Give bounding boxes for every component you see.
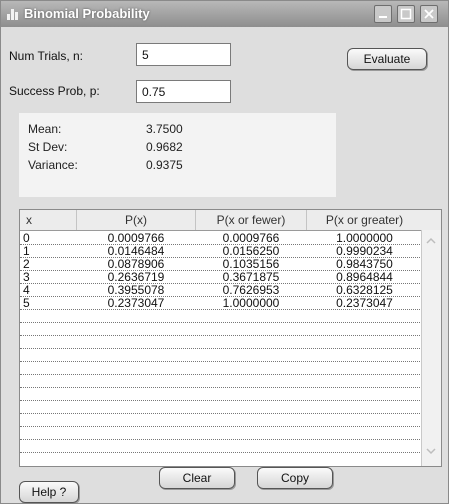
stdev-label: St Dev: [28,140,68,154]
cell-p-or-greater: 0.9990234 [336,244,393,258]
table-header: x P(x) P(x or fewer) P(x or greater) [20,210,441,231]
scroll-up-icon[interactable] [426,237,436,244]
empty-table-row [20,349,420,362]
binomial-probability-window: Binomial Probability Num Trials, n: Succ… [0,0,449,504]
cell-x: 2 [23,257,30,271]
maximize-button[interactable] [397,5,415,23]
cell-p-or-greater: 0.2373047 [336,296,393,310]
table-row[interactable]: 5 0.2373047 1.0000000 0.2373047 [20,296,420,310]
success-prob-label: Success Prob, p: [9,84,100,98]
empty-table-row [20,414,420,427]
close-button[interactable] [420,5,438,23]
stdev-value: 0.9682 [146,140,183,154]
close-icon [424,9,434,19]
cell-x: 5 [23,296,30,310]
cell-p-or-fewer: 0.3671875 [222,270,280,284]
empty-table-row [20,336,420,349]
empty-table-row [20,388,420,401]
mean-value: 3.7500 [146,122,183,136]
cell-px: 0.0878906 [107,257,165,271]
cell-p-or-greater: 0.8964844 [336,270,393,284]
cell-p-or-greater: 0.6328125 [336,283,393,297]
scroll-down-icon[interactable] [426,448,436,455]
cell-p-or-greater: 0.9843750 [336,257,393,271]
cell-p-or-fewer: 1.0000000 [222,296,280,310]
empty-table-row [20,323,420,336]
summary-stats-panel: Mean: 3.7500 St Dev: 0.9682 Variance: 0.… [19,113,336,197]
minimize-button[interactable] [374,5,392,23]
vertical-scrollbar[interactable] [421,230,441,466]
num-trials-label: Num Trials, n: [9,49,84,63]
evaluate-button[interactable]: Evaluate [347,48,427,70]
empty-table-row [20,401,420,414]
mean-label: Mean: [28,122,62,136]
cell-p-or-fewer: 0.0156250 [222,244,280,258]
column-header-x[interactable]: x [26,213,32,227]
window-title: Binomial Probability [24,6,150,21]
probability-table[interactable]: x P(x) P(x or fewer) P(x or greater) 0 0… [19,209,442,467]
column-header-px[interactable]: P(x) [77,213,195,227]
empty-table-row [20,375,420,388]
cell-x: 0 [23,231,30,245]
success-prob-input[interactable] [136,80,231,103]
variance-value: 0.9375 [146,158,183,172]
cell-px: 0.3955078 [107,283,165,297]
empty-table-row [20,427,420,440]
help-button[interactable]: Help ? [19,481,79,503]
clear-button[interactable]: Clear [159,467,235,489]
cell-p-or-fewer: 0.1035156 [222,257,280,271]
app-icon [7,9,18,20]
maximize-icon [400,8,412,20]
variance-label: Variance: [28,158,78,172]
cell-px: 0.2373047 [107,296,165,310]
cell-p-or-fewer: 0.0009766 [222,231,280,245]
cell-x: 4 [23,283,30,297]
empty-table-row [20,440,420,453]
cell-p-or-fewer: 0.7626953 [222,283,280,297]
column-header-p-or-fewer[interactable]: P(x or fewer) [196,213,306,227]
copy-button[interactable]: Copy [257,467,333,489]
cell-p-or-greater: 1.0000000 [336,231,393,245]
cell-x: 1 [23,244,30,258]
cell-px: 0.0009766 [107,231,165,245]
empty-table-row [20,310,420,323]
empty-table-row [20,362,420,375]
column-header-p-or-greater[interactable]: P(x or greater) [307,213,422,227]
cell-px: 0.0146484 [107,244,165,258]
cell-px: 0.2636719 [107,270,165,284]
num-trials-input[interactable] [136,43,231,66]
cell-x: 3 [23,270,30,284]
minimize-icon [379,16,387,18]
title-bar[interactable]: Binomial Probability [1,1,448,27]
